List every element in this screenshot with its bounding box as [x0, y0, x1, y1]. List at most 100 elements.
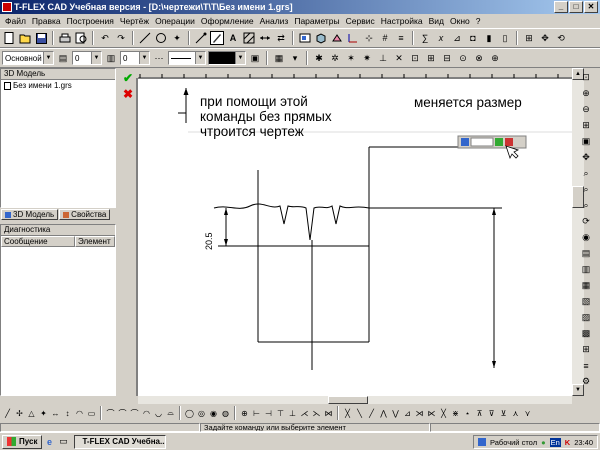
edit-l-icon[interactable]: ⊼	[474, 407, 485, 419]
snap-g-icon[interactable]: ⋋	[311, 407, 322, 419]
undo-icon[interactable]: ↶	[98, 31, 112, 45]
edit-b-icon[interactable]: ╲	[354, 407, 365, 419]
dim-h-icon[interactable]: ↔	[50, 407, 61, 419]
fit-icon[interactable]: ▣	[580, 135, 593, 148]
fragment-icon[interactable]	[298, 31, 312, 45]
horizontal-scrollbar[interactable]	[138, 396, 572, 404]
color-picker-icon[interactable]: ▣	[248, 51, 262, 65]
layers-icon[interactable]: ≡	[394, 31, 408, 45]
layers-icon[interactable]: ▤	[580, 247, 593, 260]
field-b-input[interactable]: 0 ▼	[120, 51, 150, 65]
snap-f-icon[interactable]: ⋌	[299, 407, 310, 419]
edit-k-icon[interactable]: ⋆	[462, 407, 473, 419]
edit-p-icon[interactable]: ⋎	[522, 407, 533, 419]
menu-service[interactable]: Сервис	[343, 16, 378, 26]
arc-d-icon[interactable]: ◠	[141, 407, 152, 419]
close-button[interactable]: ✕	[584, 1, 598, 13]
arc-e-icon[interactable]: ◡	[153, 407, 164, 419]
line-tool-icon[interactable]: ╱	[2, 407, 13, 419]
sketch-tool-icon[interactable]	[210, 31, 224, 45]
snap-circle-icon[interactable]: ⊙	[456, 51, 470, 65]
grid-icon[interactable]: #	[378, 31, 392, 45]
dim-v-icon[interactable]: ↕	[62, 407, 73, 419]
view-3d-icon[interactable]	[314, 31, 328, 45]
layer-icon[interactable]: ▤	[56, 51, 70, 65]
tree-item-document[interactable]: Без имени 1.grs	[4, 81, 72, 90]
zoom-all-icon[interactable]: ⊡	[580, 71, 593, 84]
magnifier-icon[interactable]: ⌕	[580, 167, 593, 180]
menu-settings[interactable]: Настройка	[378, 16, 426, 26]
snap-h-icon[interactable]: ⋈	[323, 407, 334, 419]
rect-icon[interactable]: ▭	[86, 407, 97, 419]
magnifier-plus-icon[interactable]: ⌕	[580, 183, 593, 196]
zoom-out-icon[interactable]: ⊖	[580, 103, 593, 116]
list-icon[interactable]: ≡	[580, 359, 593, 372]
snap-a-icon[interactable]: ⊕	[239, 407, 250, 419]
circle-tool-icon[interactable]	[154, 31, 168, 45]
snap-center-icon[interactable]: ✶	[344, 51, 358, 65]
pan-icon[interactable]: ✥	[538, 31, 552, 45]
save-icon[interactable]	[34, 31, 48, 45]
level-icon[interactable]: ▥	[104, 51, 118, 65]
arc-icon[interactable]: ◠	[74, 407, 85, 419]
edit-i-icon[interactable]: ╳	[438, 407, 449, 419]
measure-icon[interactable]: ⊿	[450, 31, 464, 45]
edit-d-icon[interactable]: ⋀	[378, 407, 389, 419]
restore-button[interactable]: □	[569, 1, 583, 13]
node-icon[interactable]: ✢	[14, 407, 25, 419]
column-element[interactable]: Элемент	[75, 236, 115, 247]
menu-analysis[interactable]: Анализ	[257, 16, 292, 26]
quicklaunch-ie-icon[interactable]: e	[42, 435, 56, 449]
circle-c-icon[interactable]: ◉	[208, 407, 219, 419]
cancel-icon[interactable]: ✖	[122, 87, 135, 101]
magnifier-minus-icon[interactable]: ⌕	[580, 199, 593, 212]
edit-h-icon[interactable]: ⋉	[426, 407, 437, 419]
drawing-canvas[interactable]: 20.5 при помощи этой команды без прямых …	[138, 78, 572, 396]
title-bar[interactable]: T-FLEX CAD Учебная версия - [D:\чертежи\…	[0, 0, 600, 14]
confirm-icon[interactable]: ✔	[122, 71, 135, 85]
rotate-icon[interactable]: ⟳	[580, 215, 593, 228]
antivirus-icon[interactable]: K	[565, 438, 570, 447]
menu-help[interactable]: ?	[473, 16, 484, 26]
node-add-icon[interactable]: ✦	[38, 407, 49, 419]
snap-icon[interactable]: ⊹	[362, 31, 376, 45]
circle-d-icon[interactable]: ◍	[220, 407, 231, 419]
lock-icon[interactable]: ▯	[498, 31, 512, 45]
column-message[interactable]: Сообщение	[1, 236, 75, 247]
snap-b-icon[interactable]: ⊢	[251, 407, 262, 419]
menu-parameters[interactable]: Параметры	[291, 16, 342, 26]
redraw-icon[interactable]: ⟲	[554, 31, 568, 45]
dimension-tool-icon[interactable]	[258, 31, 272, 45]
snap-line-icon[interactable]: ⊟	[440, 51, 454, 65]
minimize-button[interactable]: _	[554, 1, 568, 13]
edit-g-icon[interactable]: ⋊	[414, 407, 425, 419]
snap-grid-icon[interactable]: ⊞	[424, 51, 438, 65]
view-icon[interactable]: ◉	[580, 231, 593, 244]
model-icon[interactable]	[330, 31, 344, 45]
horizontal-scroll-thumb[interactable]	[328, 396, 368, 404]
new-icon[interactable]	[2, 31, 16, 45]
tab-properties[interactable]: Свойства	[59, 209, 111, 220]
lang-indicator[interactable]: En	[549, 437, 561, 447]
circle-b-icon[interactable]: ◎	[196, 407, 207, 419]
edit-m-icon[interactable]: ⊽	[486, 407, 497, 419]
snap-d-icon[interactable]: ⊤	[275, 407, 286, 419]
quicklaunch-desktop-icon[interactable]: ▭	[56, 435, 70, 449]
edit-f-icon[interactable]: ⊿	[402, 407, 413, 419]
mirror-tool-icon[interactable]: ⇄	[274, 31, 288, 45]
node-tool-icon[interactable]: ✦	[170, 31, 184, 45]
menu-file[interactable]: Файл	[2, 16, 29, 26]
print-icon[interactable]: ▦	[580, 279, 593, 292]
print-preview-icon[interactable]	[74, 31, 88, 45]
menu-window[interactable]: Окно	[447, 16, 473, 26]
desktop-icon[interactable]	[477, 438, 486, 446]
zoom-window-icon[interactable]: ⊞	[522, 31, 536, 45]
tab-3d-model[interactable]: 3D Модель	[1, 209, 59, 220]
snap-mid-icon[interactable]: ✲	[328, 51, 342, 65]
field-a-input[interactable]: 0 ▼	[72, 51, 102, 65]
color-icon[interactable]: ▥	[580, 263, 593, 276]
snap-end-icon[interactable]: ✱	[312, 51, 326, 65]
line-type-icon[interactable]: ⋯	[152, 51, 166, 65]
text-tool-icon[interactable]: A	[226, 31, 240, 45]
line-tool-icon[interactable]	[138, 31, 152, 45]
